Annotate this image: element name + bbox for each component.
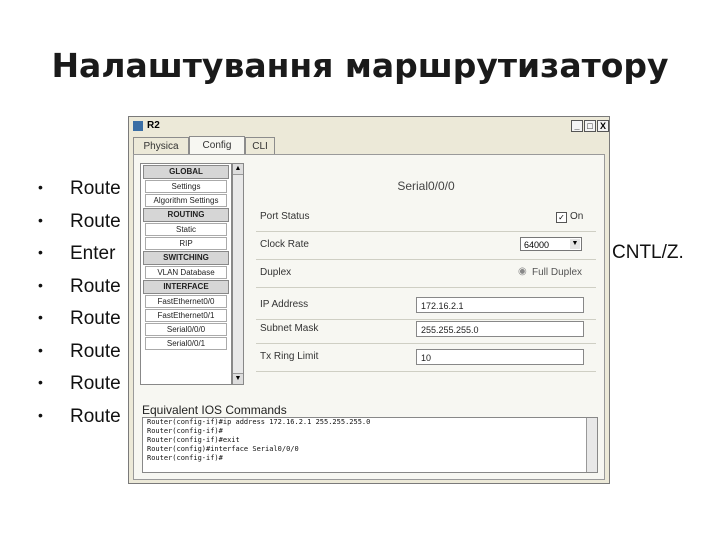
console-line: Router(config-if)#ip address 172.16.2.1 …	[147, 418, 371, 426]
duplex-label: Duplex	[260, 267, 292, 278]
scroll-up-icon[interactable]: ▲	[233, 164, 243, 175]
bullet-item: • Route	[38, 405, 121, 427]
bullet-item: • Route	[38, 178, 121, 199]
tx-ring-limit-input[interactable]: 10	[416, 349, 584, 365]
bullet-item: • Route	[38, 308, 121, 329]
scroll-down-icon[interactable]: ▼	[233, 373, 243, 384]
subnet-mask-label: Subnet Mask	[260, 323, 319, 334]
dropdown-arrow-icon[interactable]: ▼	[570, 239, 580, 249]
console-line: Router(config)#interface Serial0/0/0	[147, 445, 299, 453]
close-button[interactable]: X	[597, 120, 609, 132]
bullet-item: • Route	[38, 373, 121, 394]
clock-rate-value: 64000	[524, 240, 550, 250]
list-scrollbar[interactable]: ▲ ▼	[232, 163, 244, 385]
bullet-text: Route	[70, 405, 121, 427]
bullet-text: Route	[70, 340, 121, 362]
console-line: Router(config-if)#	[147, 427, 223, 435]
bullet-item: • Enter	[38, 243, 116, 264]
console-line: Router(config-if)#exit	[147, 436, 240, 444]
clock-rate-row: Clock Rate 64000 ▼	[256, 235, 596, 260]
nav-item-fastethernet0-1[interactable]: FastEthernet0/1	[145, 309, 227, 322]
ics-title: Equivalent IOS Commands	[142, 403, 287, 417]
nav-item-rip[interactable]: RIP	[145, 237, 227, 250]
nav-item-static[interactable]: Static	[145, 223, 227, 236]
full-duplex-radio[interactable]: ◉	[518, 266, 527, 277]
nav-item-serial0-0-1[interactable]: Serial0/0/1	[145, 337, 227, 350]
window-title: R2	[147, 120, 160, 131]
bullet-tail-text: CNTL/Z.	[612, 242, 684, 263]
config-panel: GLOBAL Settings Algorithm Settings ROUTI…	[133, 154, 605, 480]
interface-heading: Serial0/0/0	[397, 179, 455, 193]
section-switching: SWITCHING	[143, 251, 229, 265]
nav-item-vlan-database[interactable]: VLAN Database	[145, 266, 227, 279]
clock-rate-label: Clock Rate	[260, 239, 309, 250]
console-scrollbar[interactable]	[586, 418, 597, 472]
bullet-text: Route	[70, 373, 121, 394]
bullet-text: Route	[70, 210, 121, 232]
slide-title: Налаштування маршрутизатору	[51, 46, 669, 85]
subnet-mask-row: Subnet Mask 255.255.255.0	[256, 319, 596, 344]
section-interface: INTERFACE	[143, 280, 229, 294]
bullet-text: Route	[70, 178, 121, 199]
bullet-text: Route	[70, 308, 121, 329]
tx-ring-limit-label: Tx Ring Limit	[260, 351, 319, 362]
ip-address-input[interactable]: 172.16.2.1	[416, 297, 584, 313]
window-titlebar[interactable]: R2 _ □ X	[129, 117, 609, 136]
bullet-item: • Route	[38, 210, 121, 232]
section-routing: ROUTING	[143, 208, 229, 222]
port-status-checkbox[interactable]: ✓	[556, 212, 567, 223]
maximize-button[interactable]: □	[584, 120, 596, 132]
full-duplex-label: Full Duplex	[532, 267, 583, 278]
port-status-label: Port Status	[260, 211, 310, 222]
nav-item-algorithm-settings[interactable]: Algorithm Settings	[145, 194, 227, 207]
bullet-list: • Route • Route • Enter • Route • Route • Rout…	[38, 178, 121, 438]
bullet-item: • Route	[38, 275, 121, 297]
console-line: Router(config-if)#	[147, 454, 223, 462]
ios-commands-console[interactable]: Router(config-if)#ip address 172.16.2.1 …	[142, 417, 598, 473]
tx-ring-limit-row: Tx Ring Limit 10	[256, 347, 596, 372]
tab-config[interactable]: Config	[189, 136, 245, 156]
minimize-button[interactable]: _	[571, 120, 583, 132]
duplex-row: Duplex ◉ Full Duplex	[256, 263, 596, 288]
ip-address-label: IP Address	[260, 299, 309, 310]
bullet-text: Route	[70, 275, 121, 297]
interface-settings: Serial0/0/0 Port Status ✓ On Clock Rate …	[252, 159, 600, 389]
nav-item-settings[interactable]: Settings	[145, 180, 227, 193]
clock-rate-select[interactable]: 64000 ▼	[520, 237, 582, 251]
port-status-row: Port Status ✓ On	[256, 207, 596, 232]
bullet-item: • Route	[38, 340, 121, 362]
section-global: GLOBAL	[143, 165, 229, 179]
nav-item-fastethernet0-0[interactable]: FastEthernet0/0	[145, 295, 227, 308]
nav-item-serial0-0-0[interactable]: Serial0/0/0	[145, 323, 227, 336]
tab-cli[interactable]: CLI	[245, 137, 275, 155]
config-navigation-list: GLOBAL Settings Algorithm Settings ROUTI…	[140, 163, 232, 385]
ip-address-row: IP Address 172.16.2.1	[256, 295, 596, 320]
router-icon	[133, 121, 143, 131]
bullet-text: Enter	[70, 243, 116, 264]
port-status-checkbox-label: On	[570, 211, 584, 222]
tab-physical[interactable]: Physica	[133, 137, 189, 155]
router-window: R2 _ □ X Physica Config CLI GLOBAL Setti…	[128, 116, 610, 484]
subnet-mask-input[interactable]: 255.255.255.0	[416, 321, 584, 337]
